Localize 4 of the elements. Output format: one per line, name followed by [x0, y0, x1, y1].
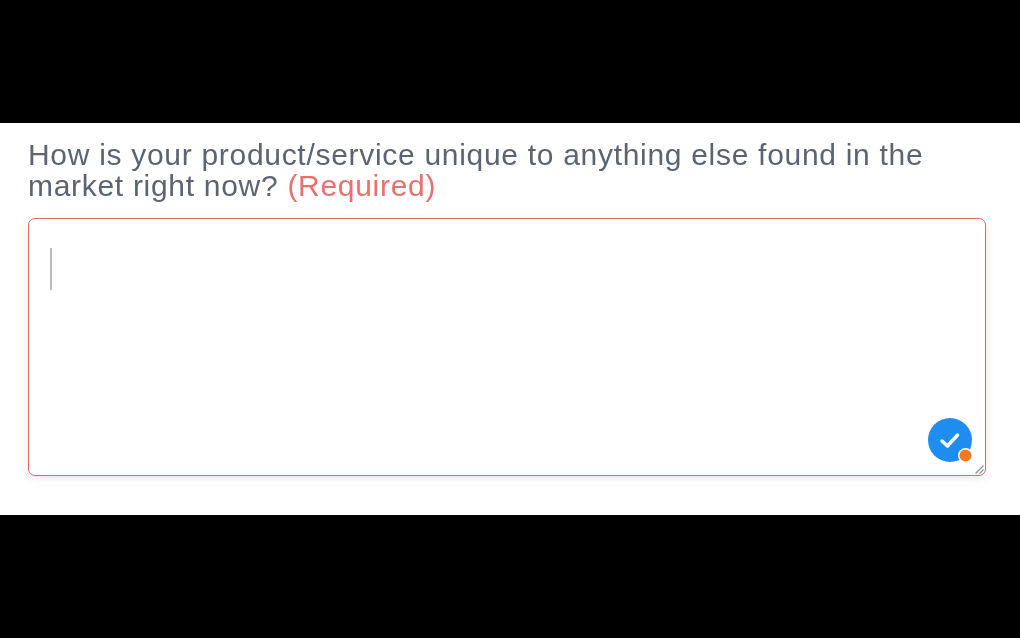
answer-field[interactable] [28, 218, 986, 476]
check-badge-icon[interactable] [928, 418, 973, 463]
resize-handle-icon[interactable] [975, 465, 984, 474]
question-label: How is your product/service unique to anything else found in the market right now? (Required) [28, 139, 925, 201]
